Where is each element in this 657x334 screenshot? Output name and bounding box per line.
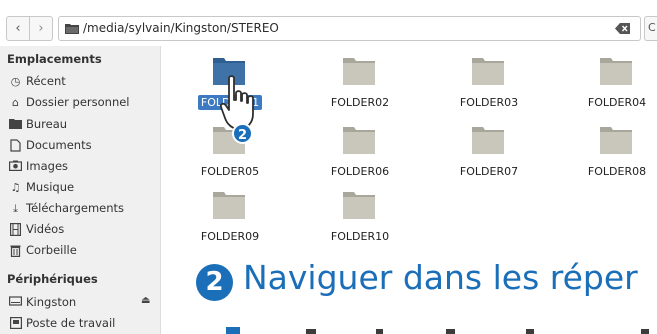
file-item-folder10[interactable]: FOLDER10 <box>305 180 415 250</box>
film-icon <box>9 223 22 237</box>
file-name: FOLDER08 <box>587 165 647 178</box>
file-item-folder02[interactable]: FOLDER02 <box>305 46 415 116</box>
camera-icon <box>9 160 23 173</box>
sidebar-item-trash[interactable]: Corbeille <box>0 240 160 261</box>
folder-icon <box>472 127 504 154</box>
download-icon: ⤓ <box>13 202 18 215</box>
sidebar-item-recent[interactable]: ◷ Récent <box>0 71 160 92</box>
sidebar-item-label: Kingston <box>26 295 77 309</box>
document-icon <box>9 139 22 152</box>
toolbar-extra-button[interactable]: C <box>644 16 657 41</box>
sidebar-item-label: Corbeille <box>26 243 77 257</box>
location-bar[interactable]: /media/sylvain/Kingston/STEREO <box>58 16 641 41</box>
sidebar-item-downloads[interactable]: ⤓ Téléchargements <box>0 198 160 219</box>
cursor-step-badge: 2 <box>232 123 253 144</box>
location-path: /media/sylvain/Kingston/STEREO <box>83 21 279 35</box>
sidebar-item-videos[interactable]: Vidéos <box>0 219 160 240</box>
folder-icon <box>343 127 375 154</box>
cropped-text-fragment <box>226 327 649 334</box>
home-icon: ⌂ <box>12 96 19 109</box>
folder-icon <box>600 127 632 154</box>
sidebar-item-images[interactable]: Images <box>0 156 160 177</box>
sidebar-item-label: Vidéos <box>26 222 65 236</box>
folder-icon <box>343 58 375 85</box>
file-name: FOLDER10 <box>330 230 390 243</box>
sidebar-item-label: Dossier personnel <box>26 95 130 109</box>
sidebar-item-label: Images <box>26 159 69 173</box>
back-button[interactable]: ‹ <box>6 16 30 41</box>
sidebar-item-music[interactable]: ♫ Musique <box>0 177 160 198</box>
step-number-badge: 2 <box>196 264 233 301</box>
folder-icon <box>600 58 632 85</box>
file-name: FOLDER02 <box>330 96 390 109</box>
file-item-folder08[interactable]: FOLDER08 <box>562 115 657 185</box>
sidebar-item-label: Téléchargements <box>26 201 125 215</box>
file-name: FOLDER03 <box>459 96 519 109</box>
sidebar-item-label: Bureau <box>26 117 68 131</box>
sidebar-item-home[interactable]: ⌂ Dossier personnel <box>0 92 160 113</box>
sidebar-item-kingston[interactable]: Kingston ⏏ <box>0 292 160 313</box>
chevron-right-icon: › <box>38 21 44 36</box>
file-name: FOLDER07 <box>459 165 519 178</box>
file-item-folder04[interactable]: FOLDER04 <box>562 46 657 116</box>
music-icon: ♫ <box>10 181 21 194</box>
file-item-folder03[interactable]: FOLDER03 <box>434 46 544 116</box>
file-name: FOLDER06 <box>330 165 390 178</box>
folder-icon <box>9 118 22 131</box>
folder-icon <box>343 192 375 219</box>
sidebar-item-label: Documents <box>26 138 92 152</box>
file-item-folder09[interactable]: FOLDER09 <box>175 180 285 250</box>
folder-icon <box>65 24 79 34</box>
computer-icon <box>9 317 22 330</box>
folder-icon <box>213 192 245 219</box>
sidebar-item-computer[interactable]: Poste de travail <box>0 313 160 334</box>
toolbar: ‹ › /media/sylvain/Kingston/STEREO C <box>0 0 657 46</box>
sidebar-item-desktop[interactable]: Bureau <box>0 114 160 135</box>
chevron-left-icon: ‹ <box>15 21 21 36</box>
sidebar-item-label: Poste de travail <box>26 316 116 330</box>
sidebar: Emplacements ◷ Récent ⌂ Dossier personne… <box>0 46 161 334</box>
places-heading: Emplacements <box>7 52 102 66</box>
trash-icon <box>9 244 22 257</box>
sidebar-item-documents[interactable]: Documents <box>0 135 160 156</box>
drive-icon <box>9 296 23 309</box>
sidebar-item-label: Récent <box>26 74 66 88</box>
file-name: FOLDER05 <box>200 165 260 178</box>
step-title: Naviguer dans les réper <box>243 258 638 297</box>
forward-button[interactable]: › <box>29 16 53 41</box>
devices-heading: Périphériques <box>7 272 98 286</box>
file-name: FOLDER09 <box>200 230 260 243</box>
file-item-folder07[interactable]: FOLDER07 <box>434 115 544 185</box>
sidebar-item-label: Musique <box>26 180 75 194</box>
eject-icon[interactable]: ⏏ <box>141 295 150 306</box>
clock-icon: ◷ <box>10 75 21 88</box>
clear-icon[interactable] <box>615 22 631 35</box>
file-item-folder06[interactable]: FOLDER06 <box>305 115 415 185</box>
folder-icon <box>472 58 504 85</box>
file-name: FOLDER04 <box>587 96 647 109</box>
